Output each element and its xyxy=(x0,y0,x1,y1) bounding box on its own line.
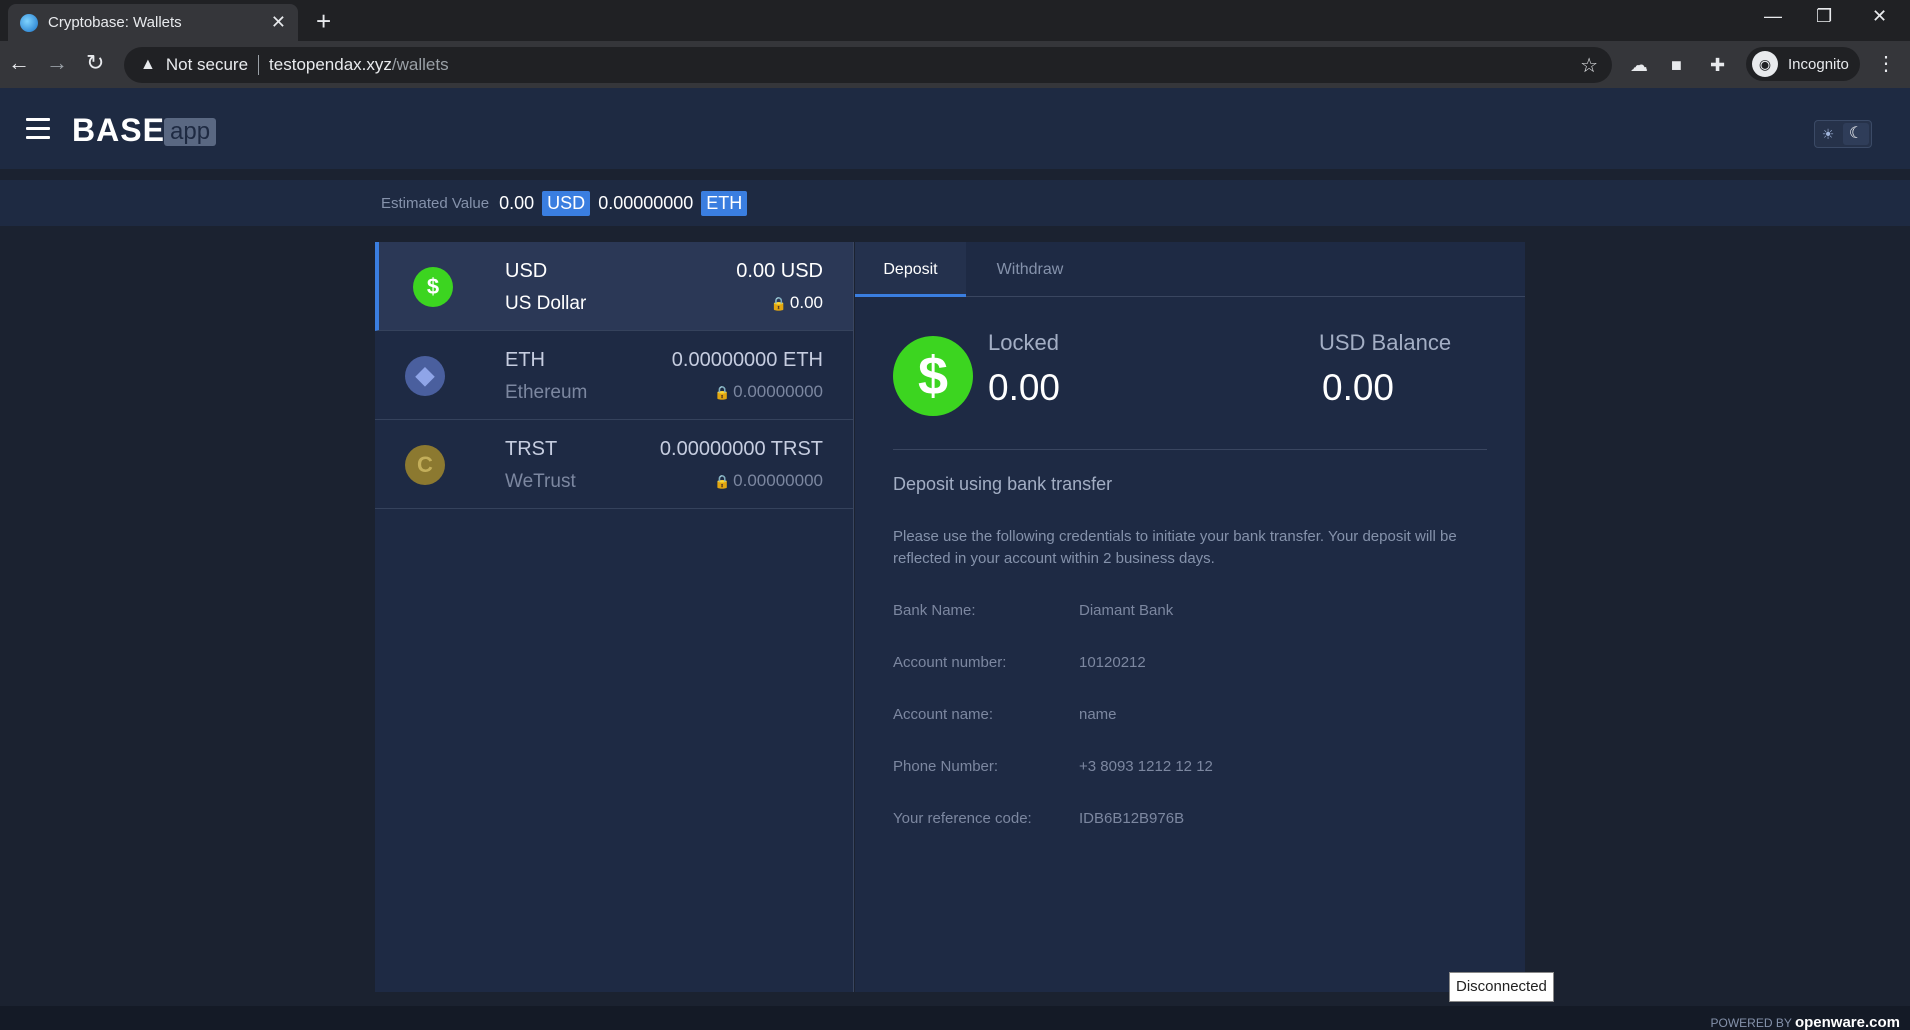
info-value[interactable]: +3 8093 1212 12 12 xyxy=(1079,758,1213,775)
balance-value: 0.00 xyxy=(1322,367,1395,408)
info-value[interactable]: 10120212 xyxy=(1079,654,1146,671)
tab-bar: Deposit Withdraw xyxy=(855,242,1525,297)
back-icon[interactable]: ← xyxy=(8,50,30,76)
estimated-eth-value: 0.00000000 xyxy=(598,192,694,213)
reload-icon[interactable]: ↻ xyxy=(86,50,104,76)
warning-icon: ▲ xyxy=(140,56,156,73)
tab-withdraw[interactable]: Withdraw xyxy=(975,242,1085,297)
browser-menu-icon[interactable]: ⋮ xyxy=(1876,51,1896,76)
deposit-heading: Deposit using bank transfer xyxy=(893,474,1113,494)
incognito-icon: ◉ xyxy=(1752,51,1778,77)
phone-number-row: Phone Number: +3 8093 1212 12 12 xyxy=(893,758,1213,775)
info-value[interactable]: name xyxy=(1079,706,1117,723)
connection-status: Disconnected xyxy=(1449,972,1554,1002)
wallet-locked: 🔒 0.00000000 xyxy=(714,382,823,402)
wallet-code: TRST xyxy=(505,438,558,460)
logo-badge[interactable]: app xyxy=(164,118,217,146)
wallet-locked-value: 0.00000000 xyxy=(733,382,823,401)
wallet-code: ETH xyxy=(505,349,545,371)
wallet-code: USD xyxy=(505,260,548,282)
estimated-usd-value: 0.00 xyxy=(499,192,535,213)
lock-icon: 🔒 xyxy=(713,385,731,400)
info-label: Phone Number: xyxy=(893,758,999,775)
lock-icon: 🔒 xyxy=(770,296,787,311)
tab-deposit[interactable]: Deposit xyxy=(855,242,966,297)
browser-tab-bar: Cryptobase: Wallets ✕ + — ❐ ✕ xyxy=(0,0,1910,41)
favicon-icon xyxy=(20,13,38,32)
account-number-row: Account number: 10120212 xyxy=(893,654,1146,671)
footer: POWERED BY openware.com xyxy=(0,1006,1910,1030)
extension-cloud-icon[interactable]: ☁ xyxy=(1630,55,1648,76)
divider xyxy=(258,55,260,75)
ethereum-icon: ◆ xyxy=(405,356,445,396)
extension-book-icon[interactable]: ■ xyxy=(1671,55,1682,76)
info-value[interactable]: IDB6B12B976B xyxy=(1079,810,1184,827)
wallet-locked-value: 0.00 xyxy=(789,293,823,312)
locked-label: Locked xyxy=(988,330,1059,355)
info-value[interactable]: Diamant Bank xyxy=(1079,602,1173,619)
address-bar: ← → ↻ ▲ Not secure testopendax.xyz /wall… xyxy=(0,41,1910,88)
extensions-puzzle-icon[interactable]: ✚ xyxy=(1710,55,1725,76)
wallet-locked: 🔒 0.00000000 xyxy=(714,471,823,491)
wallet-name: Ethereum xyxy=(505,382,588,403)
hamburger-menu-icon[interactable] xyxy=(26,118,50,145)
lock-icon: 🔒 xyxy=(713,474,731,489)
deposit-description: Please use the following credentials to … xyxy=(893,528,1457,567)
usd-badge: USD xyxy=(542,190,591,216)
wallet-locked-value: 0.00000000 xyxy=(733,471,823,490)
info-label: Account number: xyxy=(893,654,1007,671)
divider xyxy=(893,449,1487,450)
wallet-balance: 0.00 USD xyxy=(736,260,823,282)
close-tab-icon[interactable]: ✕ xyxy=(271,12,286,33)
wetrust-icon: C xyxy=(405,445,445,485)
url-host: testopendax.xyz xyxy=(269,55,392,74)
close-window-icon[interactable]: ✕ xyxy=(1872,6,1887,27)
estimated-value-bar: Estimated Value 0.00 USD 0.00000000 ETH xyxy=(0,180,1910,226)
dollar-icon: $ xyxy=(413,267,453,307)
sun-icon[interactable]: ☀ xyxy=(1815,126,1841,143)
bookmark-star-icon[interactable]: ☆ xyxy=(1580,53,1598,78)
logo-text[interactable]: BASE xyxy=(72,112,165,149)
wallet-name: WeTrust xyxy=(505,471,576,492)
account-name-row: Account name: name xyxy=(893,706,1117,723)
app-header: BASE app ☀ ☾ xyxy=(0,88,1910,169)
deposit-panel: Deposit Withdraw $ Locked 0.00 USD Balan… xyxy=(855,242,1525,992)
reference-code-row: Your reference code: IDB6B12B976B xyxy=(893,810,1184,827)
not-secure-label[interactable]: Not secure xyxy=(166,55,248,75)
info-label: Account name: xyxy=(893,706,994,723)
estimated-value-label: Estimated Value xyxy=(381,194,490,212)
restore-icon[interactable]: ❐ xyxy=(1816,6,1832,27)
incognito-profile-button[interactable]: ◉ Incognito xyxy=(1746,47,1860,81)
bank-name-row: Bank Name: Diamant Bank xyxy=(893,602,1173,619)
locked-value: 0.00 xyxy=(988,367,1061,408)
browser-tab[interactable]: Cryptobase: Wallets ✕ xyxy=(8,4,298,41)
wallet-balance: 0.00000000 TRST xyxy=(659,438,823,460)
url-input[interactable]: ▲ Not secure testopendax.xyz /wallets ☆ xyxy=(124,47,1612,83)
powered-brand: openware.com xyxy=(1794,1014,1900,1030)
info-label: Your reference code: xyxy=(893,810,1032,827)
forward-icon[interactable]: → xyxy=(46,50,68,76)
wallet-item-usd[interactable]: $ USD US Dollar 0.00 USD 🔒 0.00 xyxy=(375,242,853,331)
info-label: Bank Name: xyxy=(893,602,976,619)
wallet-balance: 0.00000000 ETH xyxy=(671,349,823,371)
minimize-icon[interactable]: — xyxy=(1764,6,1782,27)
powered-by[interactable]: POWERED BY openware.com xyxy=(1710,1014,1900,1030)
url-path: /wallets xyxy=(391,55,449,74)
tab-title: Cryptobase: Wallets xyxy=(48,14,182,31)
theme-toggle[interactable]: ☀ ☾ xyxy=(1814,120,1872,148)
moon-icon[interactable]: ☾ xyxy=(1843,123,1869,145)
dollar-icon: $ xyxy=(893,336,973,416)
wallet-list: $ USD US Dollar 0.00 USD 🔒 0.00 ◆ ETH Eth… xyxy=(375,242,854,992)
wallet-item-trst[interactable]: C TRST WeTrust 0.00000000 TRST 🔒 0.000000… xyxy=(375,420,853,509)
wallet-locked: 🔒 0.00 xyxy=(771,293,823,313)
balance-label: USD Balance xyxy=(1319,330,1452,355)
eth-badge: ETH xyxy=(701,190,748,216)
incognito-label: Incognito xyxy=(1788,55,1849,73)
powered-prefix: POWERED BY xyxy=(1710,1016,1792,1030)
wallet-item-eth[interactable]: ◆ ETH Ethereum 0.00000000 ETH 🔒 0.0000000… xyxy=(375,331,853,420)
new-tab-button[interactable]: + xyxy=(316,6,331,37)
wallet-name: US Dollar xyxy=(505,293,587,314)
